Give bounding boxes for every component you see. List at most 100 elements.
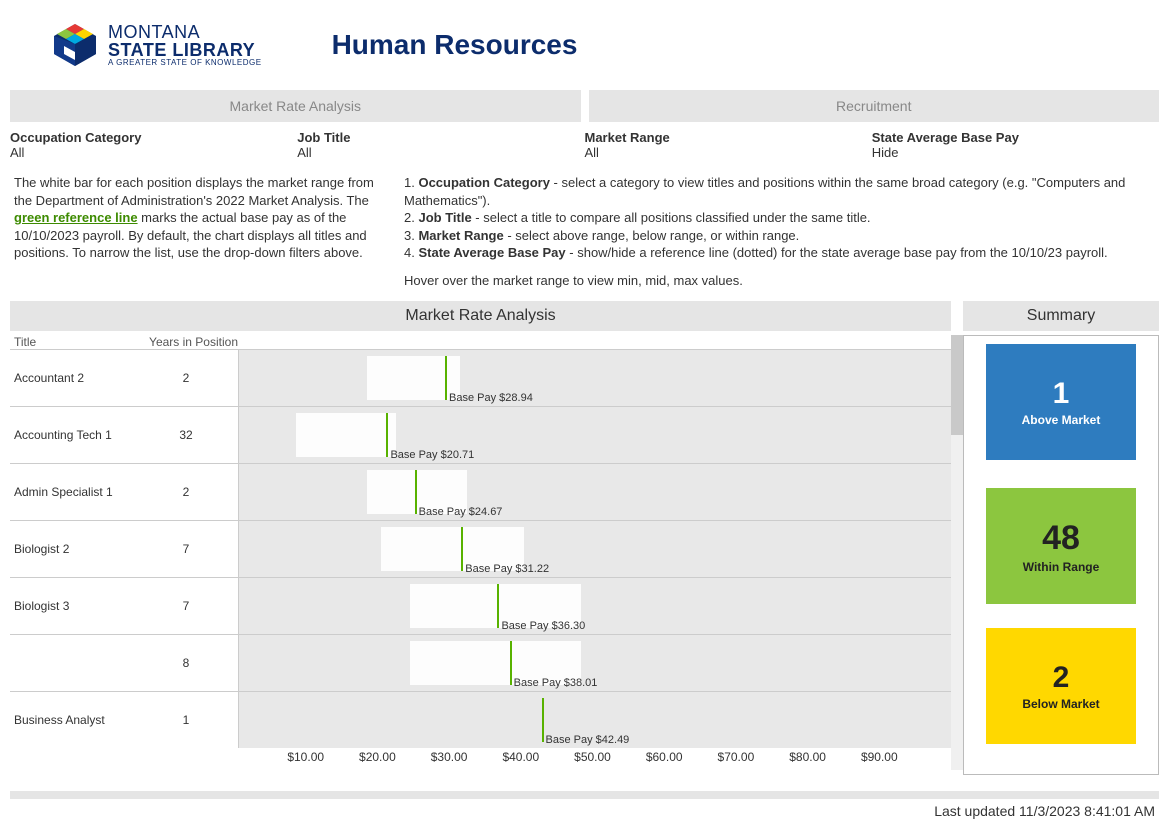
within-count: 48 xyxy=(1042,519,1080,558)
filter-occupation-label: Occupation Category xyxy=(10,130,297,145)
description-right: 1. Occupation Category - select a catego… xyxy=(404,174,1155,289)
header: MONTANASTATE LIBRARY A GREATER STATE OF … xyxy=(0,0,1169,80)
row-plot[interactable]: Base Pay $31.22 xyxy=(238,521,951,577)
chart-columns: Title Years in Position xyxy=(10,335,951,349)
row-title: Accounting Tech 1 xyxy=(10,407,134,463)
x-tick: $50.00 xyxy=(574,750,611,764)
filter-occupation-value: All xyxy=(10,145,297,160)
row-years: 7 xyxy=(134,521,238,577)
chart-row[interactable]: Admin Specialist 12 Base Pay $24.67 xyxy=(10,463,951,520)
base-pay-line xyxy=(415,470,417,514)
chart-scrollbar[interactable] xyxy=(951,335,963,770)
tabs: Market Rate Analysis Recruitment xyxy=(0,90,1169,122)
chart-row[interactable]: Accounting Tech 132 Base Pay $20.71 xyxy=(10,406,951,463)
chart-row[interactable]: Accountant 22 Base Pay $28.94 xyxy=(10,349,951,406)
filter-market-range[interactable]: Market Range All xyxy=(585,130,872,160)
filter-avg-label: State Average Base Pay xyxy=(872,130,1159,145)
row-years: 2 xyxy=(134,464,238,520)
x-tick: $90.00 xyxy=(861,750,898,764)
summary-title: Summary xyxy=(963,301,1159,331)
row-title xyxy=(10,635,134,691)
filter-avg-value: Hide xyxy=(872,145,1159,160)
chart-body[interactable]: Accountant 22Base Pay $28.94Accounting T… xyxy=(10,349,951,748)
row-title: Biologist 2 xyxy=(10,521,134,577)
row-plot[interactable]: Base Pay $28.94 xyxy=(238,350,951,406)
description: The white bar for each position displays… xyxy=(0,164,1169,301)
summary-within-range[interactable]: 48 Within Range xyxy=(986,488,1136,604)
chart-row[interactable]: Biologist 37 Base Pay $36.30 xyxy=(10,577,951,634)
tab-recruitment[interactable]: Recruitment xyxy=(589,90,1160,122)
logo-text-line1: MONTANASTATE LIBRARY xyxy=(108,23,262,59)
col-title: Title xyxy=(10,335,134,349)
row-plot[interactable]: Base Pay $36.30 xyxy=(238,578,951,634)
filter-job-title[interactable]: Job Title All xyxy=(297,130,584,160)
row-years: 7 xyxy=(134,578,238,634)
filter-range-value: All xyxy=(585,145,872,160)
page-title: Human Resources xyxy=(332,29,578,61)
col-years: Years in Position xyxy=(134,335,242,349)
footer: Last updated 11/3/2023 8:41:01 AM xyxy=(0,791,1169,829)
x-tick: $80.00 xyxy=(789,750,826,764)
logo-text-line2: A GREATER STATE OF KNOWLEDGE xyxy=(108,59,262,67)
logo: MONTANASTATE LIBRARY A GREATER STATE OF … xyxy=(50,20,262,70)
chart-row[interactable]: 8 Base Pay $38.01 xyxy=(10,634,951,691)
row-title: Admin Specialist 1 xyxy=(10,464,134,520)
scrollbar-thumb[interactable] xyxy=(951,335,963,435)
chart-x-axis: $10.00 $20.00 $30.00 $40.00 $50.00 $60.00 $70.… xyxy=(10,748,951,770)
row-title: Accountant 2 xyxy=(10,350,134,406)
logo-icon xyxy=(50,20,100,70)
x-tick: $30.00 xyxy=(431,750,468,764)
filter-bar: Occupation Category All Job Title All Ma… xyxy=(0,122,1169,164)
base-pay-line xyxy=(386,413,388,457)
base-pay-line xyxy=(461,527,463,571)
row-plot[interactable]: Base Pay $42.49 xyxy=(238,692,951,748)
base-pay-label: Base Pay $28.94 xyxy=(449,392,533,404)
row-years: 8 xyxy=(134,635,238,691)
base-pay-line xyxy=(542,698,544,742)
x-tick: $70.00 xyxy=(718,750,755,764)
base-pay-label: Base Pay $24.67 xyxy=(419,506,503,518)
tab-market-rate[interactable]: Market Rate Analysis xyxy=(10,90,581,122)
row-years: 32 xyxy=(134,407,238,463)
last-updated: Last updated 11/3/2023 8:41:01 AM xyxy=(0,799,1169,829)
filter-range-label: Market Range xyxy=(585,130,872,145)
above-label: Above Market xyxy=(1022,413,1101,427)
filter-avg-pay[interactable]: State Average Base Pay Hide xyxy=(872,130,1159,160)
summary-below-market[interactable]: 2 Below Market xyxy=(986,628,1136,744)
filter-job-value: All xyxy=(297,145,584,160)
footer-bar xyxy=(10,791,1159,799)
market-range-bar[interactable] xyxy=(296,413,396,457)
row-plot[interactable]: Base Pay $24.67 xyxy=(238,464,951,520)
within-label: Within Range xyxy=(1023,560,1100,574)
above-count: 1 xyxy=(1053,377,1070,411)
x-tick: $40.00 xyxy=(502,750,539,764)
base-pay-label: Base Pay $31.22 xyxy=(465,563,549,575)
base-pay-label: Base Pay $42.49 xyxy=(546,734,630,746)
row-title: Business Analyst xyxy=(10,692,134,748)
base-pay-label: Base Pay $36.30 xyxy=(501,620,585,632)
base-pay-label: Base Pay $20.71 xyxy=(390,449,474,461)
x-tick: $20.00 xyxy=(359,750,396,764)
filter-job-label: Job Title xyxy=(297,130,584,145)
green-reference-link[interactable]: green reference line xyxy=(14,210,138,225)
base-pay-line xyxy=(497,584,499,628)
below-count: 2 xyxy=(1053,661,1070,695)
below-label: Below Market xyxy=(1022,697,1099,711)
x-tick: $60.00 xyxy=(646,750,683,764)
summary-section: Summary 1 Above Market 48 Within Range 2… xyxy=(963,301,1159,775)
chart-title: Market Rate Analysis xyxy=(10,301,951,331)
x-tick: $10.00 xyxy=(287,750,324,764)
row-plot[interactable]: Base Pay $20.71 xyxy=(238,407,951,463)
description-left: The white bar for each position displays… xyxy=(14,174,384,289)
chart-row[interactable]: Business Analyst1 Base Pay $42.49 xyxy=(10,691,951,748)
row-title: Biologist 3 xyxy=(10,578,134,634)
base-pay-line xyxy=(445,356,447,400)
chart-section: Market Rate Analysis Title Years in Posi… xyxy=(10,301,951,775)
filter-occupation[interactable]: Occupation Category All xyxy=(10,130,297,160)
base-pay-label: Base Pay $38.01 xyxy=(514,677,598,689)
row-years: 1 xyxy=(134,692,238,748)
row-years: 2 xyxy=(134,350,238,406)
summary-above-market[interactable]: 1 Above Market xyxy=(986,344,1136,460)
row-plot[interactable]: Base Pay $38.01 xyxy=(238,635,951,691)
chart-row[interactable]: Biologist 27 Base Pay $31.22 xyxy=(10,520,951,577)
